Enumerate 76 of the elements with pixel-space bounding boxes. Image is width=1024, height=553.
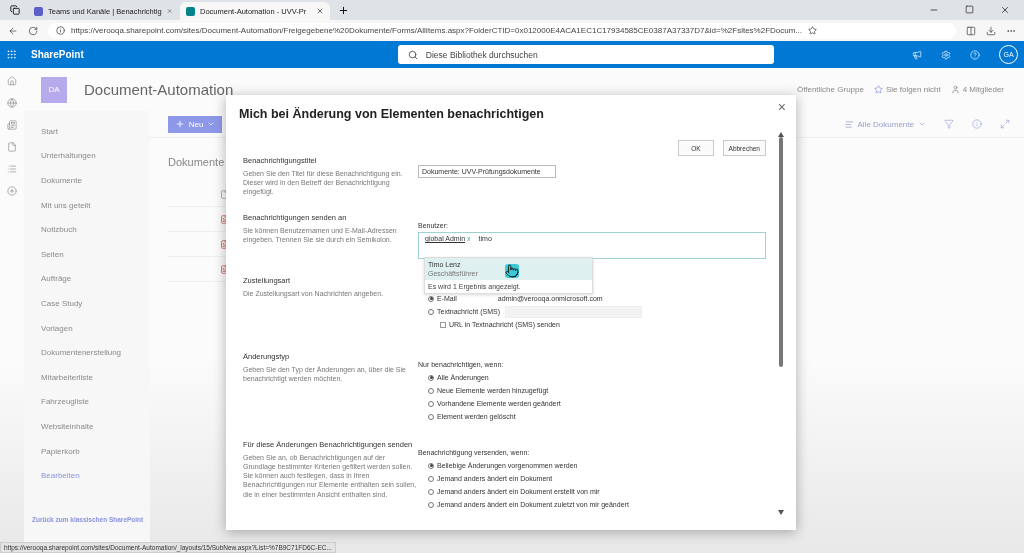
- view-selector[interactable]: Alle Dokumente: [844, 119, 926, 129]
- radio-button[interactable]: [428, 400, 434, 407]
- nav-item[interactable]: Unterhaltungen: [41, 143, 150, 169]
- url-text: https://verooqa.sharepoint.com/sites/Document-Automation/Freigegebene%20Dokumente/Forms/AllItems.aspx?FolderCTID=0x012000E4ACA1EC1C17934585CE0387A37337D7&id=%2Fsites%2FDocum...: [71, 26, 803, 35]
- add-icon[interactable]: [7, 186, 17, 196]
- scrollbar[interactable]: [778, 132, 784, 515]
- app-launcher-icon[interactable]: [6, 49, 17, 60]
- nav-item[interactable]: Aufträge: [41, 266, 150, 292]
- address-bar[interactable]: https://verooqa.sharepoint.com/sites/Document-Automation/Freigegebene%20Dokumente/Forms/AllItems.aspx?FolderCTID=0x012000E4ACA1EC1C17934585CE0387A37337D7&id=%2Fsites%2FDocum...: [48, 22, 956, 39]
- follow-button[interactable]: Sie folgen nicht: [873, 85, 941, 94]
- nav-item[interactable]: Fahrzeugliste: [41, 389, 150, 415]
- hand-cursor-icon: [505, 264, 519, 278]
- home-icon[interactable]: [7, 76, 17, 86]
- close-icon[interactable]: [1000, 5, 1010, 15]
- radio-button[interactable]: [428, 462, 434, 469]
- members-button[interactable]: 4 Mitglieder: [950, 85, 1004, 94]
- megaphone-icon[interactable]: [912, 49, 922, 60]
- nav-item[interactable]: Websiteinhalte: [41, 414, 150, 439]
- nav-item[interactable]: Papierkorb: [41, 438, 150, 464]
- nav-item[interactable]: Seiten: [41, 241, 150, 267]
- nav-item[interactable]: Dokumentenerstellung: [41, 340, 150, 365]
- help-icon[interactable]: [970, 49, 980, 60]
- favorite-icon[interactable]: [808, 26, 818, 35]
- chevron-down-icon: [207, 120, 216, 128]
- globe-icon[interactable]: [7, 98, 17, 108]
- search-field[interactable]: Diese Bibliothek durchsuchen: [397, 45, 774, 64]
- privacy-label: Öffentliche Gruppe: [796, 85, 864, 94]
- site-logo: DA: [41, 76, 67, 103]
- checkbox[interactable]: [440, 321, 446, 328]
- scroll-down-icon[interactable]: [778, 510, 784, 515]
- file-icon[interactable]: [7, 142, 17, 152]
- radio-button[interactable]: [428, 501, 434, 508]
- nav-item[interactable]: Notizbuch: [41, 217, 150, 242]
- pdf-file-icon: [220, 214, 229, 224]
- file-type-icon: [220, 189, 229, 199]
- nav-item[interactable]: Dokumente: [41, 168, 150, 193]
- radio-button[interactable]: [428, 387, 434, 394]
- pdf-file-icon: [220, 239, 229, 249]
- site-name: Document-Automation: [84, 81, 234, 98]
- person-icon: [950, 85, 960, 94]
- new-tab-icon[interactable]: [338, 4, 349, 16]
- nav-item[interactable]: Start: [41, 119, 150, 144]
- radio-button[interactable]: [428, 295, 434, 302]
- info-icon[interactable]: [56, 26, 65, 35]
- library-title: Dokumente: [168, 156, 225, 168]
- nav-item[interactable]: Case Study: [41, 291, 150, 316]
- close-button[interactable]: ×: [775, 99, 788, 115]
- settings-icon[interactable]: [941, 49, 951, 60]
- download-icon[interactable]: [986, 25, 996, 36]
- nav-item[interactable]: Mitarbeiterliste: [41, 364, 150, 390]
- plus-icon: [174, 119, 185, 129]
- pdf-file-icon: [220, 264, 229, 274]
- tab-actions-icon[interactable]: [10, 5, 20, 15]
- search-icon: [407, 49, 418, 60]
- chevron-down-icon: [918, 120, 926, 128]
- radio-button[interactable]: [428, 488, 434, 495]
- star-icon: [873, 85, 883, 94]
- dialog-title: Mich bei Änderung von Elementen benachrichtigen: [239, 107, 545, 121]
- refresh-icon[interactable]: [28, 25, 38, 36]
- lines-icon: [844, 119, 854, 129]
- radio-button[interactable]: [428, 374, 434, 381]
- close-icon[interactable]: [316, 7, 324, 15]
- back-icon[interactable]: [8, 25, 18, 36]
- nav-item[interactable]: Vorlagen: [41, 315, 150, 341]
- radio-button[interactable]: [428, 308, 434, 315]
- radio-button[interactable]: [428, 475, 434, 482]
- new-button[interactable]: Neu: [168, 115, 222, 133]
- scroll-up-icon[interactable]: [778, 132, 784, 137]
- edit-link[interactable]: Bearbeiten: [41, 463, 150, 488]
- expand-icon[interactable]: [1000, 119, 1010, 129]
- radio-button[interactable]: [428, 413, 434, 420]
- news-icon[interactable]: [7, 120, 17, 130]
- maximize-icon[interactable]: [965, 5, 974, 14]
- nav-item[interactable]: Mit uns geteilt: [41, 192, 150, 218]
- split-view-icon[interactable]: [966, 25, 976, 36]
- brand-name: SharePoint: [31, 49, 84, 60]
